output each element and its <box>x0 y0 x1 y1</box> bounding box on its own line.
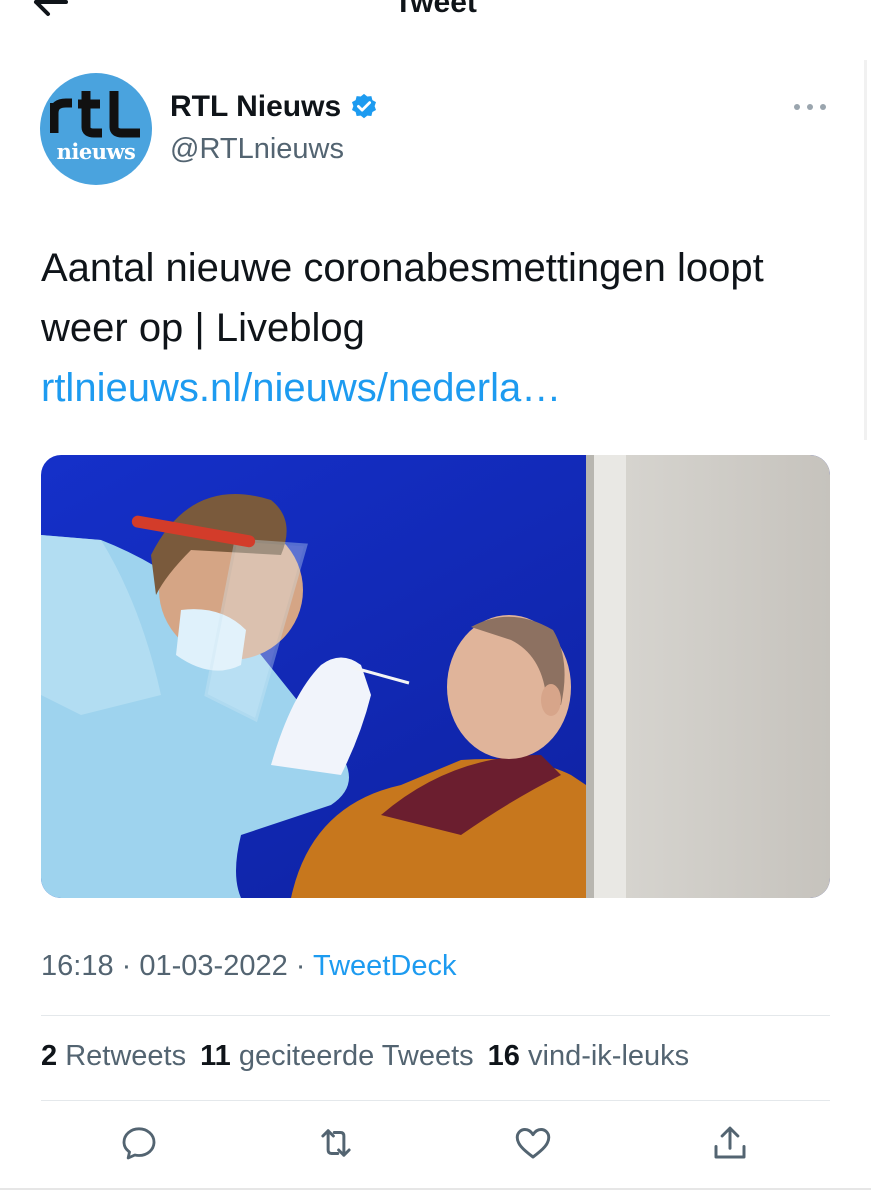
likes-count: 16 <box>487 1040 520 1072</box>
scrollbar[interactable] <box>864 60 867 440</box>
tweet-text: Aantal nieuwe coronabesmettingen loopt w… <box>41 238 831 418</box>
avatar[interactable]: nieuws <box>40 73 152 185</box>
rtl-logo <box>50 91 140 138</box>
retweets-stat[interactable]: 2 Retweets <box>41 1040 186 1072</box>
top-bar: Tweet <box>0 0 871 40</box>
tweet-photo[interactable] <box>41 455 830 898</box>
tweet-date[interactable]: 01-03-2022 <box>139 950 287 982</box>
quotes-label: geciteerde Tweets <box>238 1040 474 1072</box>
likes-label: vind-ik-leuks <box>528 1040 690 1072</box>
quotes-stat[interactable]: 11 geciteerde Tweets <box>200 1040 474 1072</box>
retweet-button[interactable] <box>313 1120 359 1166</box>
divider <box>41 1100 830 1101</box>
tweet-body: Aantal nieuwe coronabesmettingen loopt w… <box>41 246 764 350</box>
action-bar <box>0 1120 871 1174</box>
retweets-label: Retweets <box>65 1040 187 1072</box>
quotes-count: 11 <box>200 1040 231 1072</box>
photo-illustration <box>41 455 830 898</box>
retweets-count: 2 <box>41 1040 58 1072</box>
name-row: RTL Nieuws <box>170 90 379 124</box>
bottom-divider <box>0 1188 871 1190</box>
share-button[interactable] <box>707 1120 753 1166</box>
reply-button[interactable] <box>116 1120 162 1166</box>
avatar-label: nieuws <box>52 139 140 165</box>
meta-separator: · <box>121 950 132 982</box>
heart-icon <box>515 1128 551 1159</box>
more-dots-icon[interactable] <box>792 101 828 113</box>
tweet-meta: 16:18 · 01-03-2022 · TweetDeck <box>41 950 456 983</box>
page-title: Tweet <box>394 0 477 19</box>
display-name[interactable]: RTL Nieuws <box>170 90 341 124</box>
meta-separator: · <box>295 950 306 982</box>
like-button[interactable] <box>510 1120 556 1166</box>
tweet-author-header: nieuws RTL Nieuws @RTLnieuws <box>40 73 840 188</box>
tweet-link[interactable]: rtlnieuws.nl/nieuws/nederla… <box>41 366 561 410</box>
verified-badge-icon <box>352 93 377 119</box>
tweet-time[interactable]: 16:18 <box>41 950 114 982</box>
retweet-icon <box>321 1129 351 1157</box>
tweet-stats: 2 Retweets 11 geciteerde Tweets 16 vind-ik… <box>41 1040 703 1073</box>
user-handle[interactable]: @RTLnieuws <box>170 133 344 166</box>
share-icon <box>714 1126 746 1159</box>
reply-bubble-icon <box>122 1127 156 1160</box>
tweet-source[interactable]: TweetDeck <box>313 950 456 982</box>
likes-stat[interactable]: 16 vind-ik-leuks <box>488 1040 690 1072</box>
divider <box>41 1015 830 1016</box>
